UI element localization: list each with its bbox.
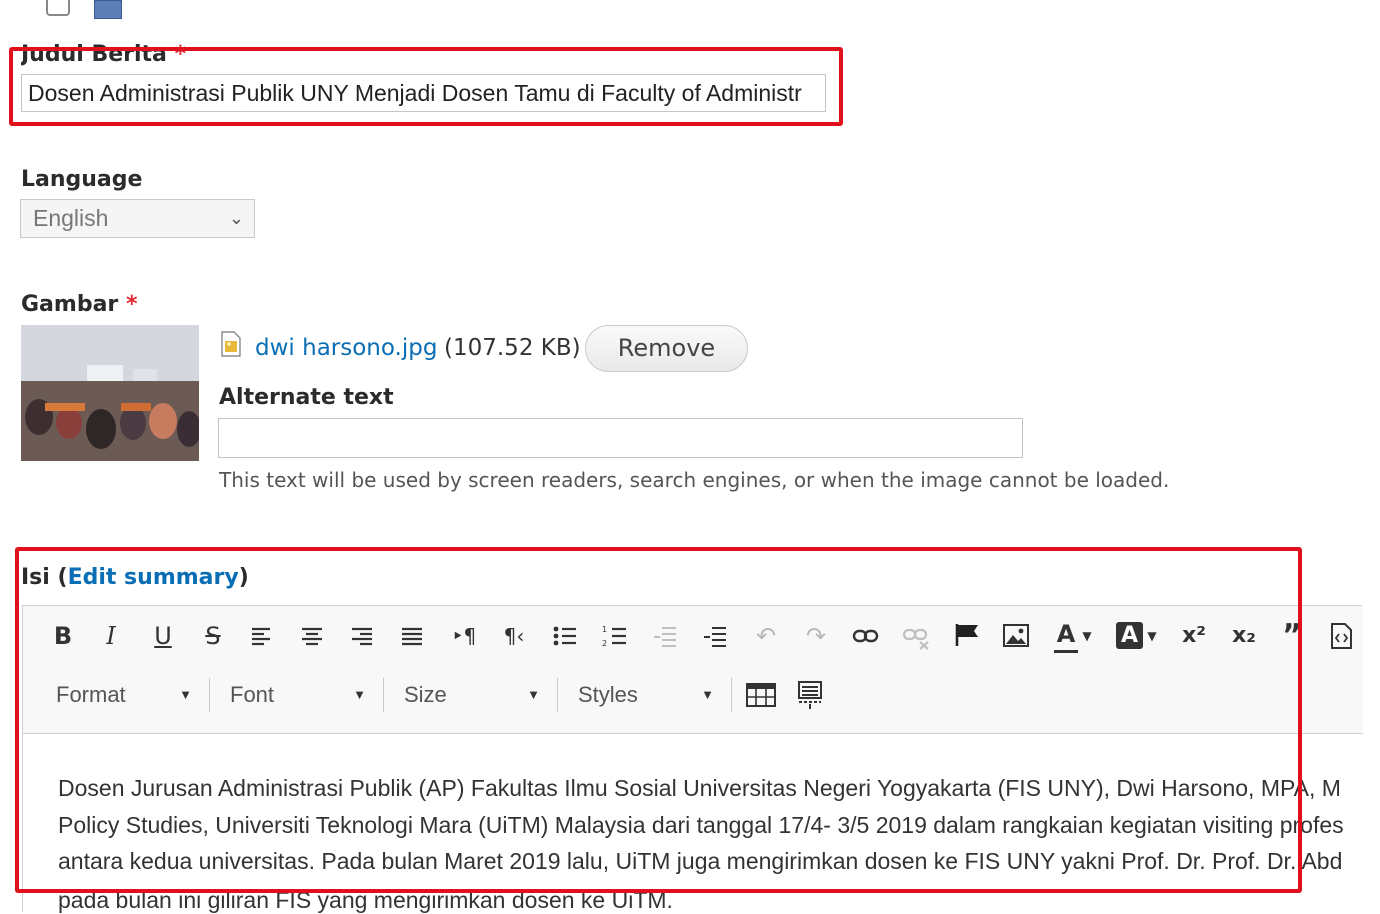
toolbar-separator xyxy=(557,678,558,712)
font-dropdown-label: Font xyxy=(230,682,275,707)
image-label-text: Gambar xyxy=(21,292,119,317)
source-code-icon[interactable] xyxy=(1330,622,1354,650)
superscript-button[interactable]: x² xyxy=(1178,621,1210,651)
bullet-list-icon[interactable] xyxy=(552,624,578,648)
paren-close: ) xyxy=(238,565,249,590)
subscript-button[interactable]: x₂ xyxy=(1228,621,1260,651)
caret-down-icon[interactable]: ▼ xyxy=(1080,621,1094,651)
italic-button[interactable]: I xyxy=(98,621,124,651)
ltr-icon[interactable]: ‣¶ xyxy=(450,621,478,651)
undo-icon[interactable]: ↶ xyxy=(752,621,780,651)
language-select[interactable]: English ⌄ xyxy=(20,199,255,238)
top-toolbar-icon-partial[interactable] xyxy=(46,0,70,16)
table-icon[interactable] xyxy=(746,683,776,707)
alt-text-input[interactable] xyxy=(218,418,1023,458)
alt-text-help: This text will be used by screen readers… xyxy=(219,468,1170,492)
toolbar-separator xyxy=(731,678,732,712)
size-dropdown[interactable]: Size ▼ xyxy=(404,676,544,714)
caret-down-icon: ▼ xyxy=(353,687,366,702)
file-size: (107.52 KB) xyxy=(444,335,581,361)
format-dropdown-label: Format xyxy=(56,682,126,707)
numbered-list-icon[interactable]: 12 xyxy=(602,624,628,648)
toolbar-separator xyxy=(383,678,384,712)
required-mark: * xyxy=(174,42,187,66)
content-line[interactable]: Dosen Jurusan Administrasi Publik (AP) F… xyxy=(58,775,1341,802)
size-dropdown-label: Size xyxy=(404,682,447,707)
title-input[interactable]: Dosen Administrasi Publik UNY Menjadi Do… xyxy=(21,74,826,112)
remove-button[interactable]: Remove xyxy=(585,325,748,372)
blockquote-icon[interactable]: ” xyxy=(1278,621,1306,651)
align-left-icon[interactable] xyxy=(250,624,274,648)
styles-dropdown[interactable]: Styles ▼ xyxy=(578,676,718,714)
page-break-icon[interactable] xyxy=(797,680,825,710)
align-justify-icon[interactable] xyxy=(400,624,424,648)
unlink-icon[interactable] xyxy=(902,626,930,650)
caret-down-icon: ▼ xyxy=(701,687,714,702)
edit-summary-link[interactable]: Edit summary xyxy=(68,565,239,590)
toolbar-separator xyxy=(209,678,210,712)
required-mark: * xyxy=(125,292,138,317)
align-center-icon[interactable] xyxy=(300,624,324,648)
format-dropdown[interactable]: Format ▼ xyxy=(56,676,196,714)
title-label: Judul Berita * xyxy=(21,42,186,66)
chevron-down-icon: ⌄ xyxy=(228,208,244,228)
file-link[interactable]: dwi harsono.jpg xyxy=(255,335,437,361)
redo-icon[interactable]: ↷ xyxy=(802,621,830,651)
body-label: Isi (Edit summary) xyxy=(21,565,249,590)
svg-text:2: 2 xyxy=(602,639,607,648)
caret-down-icon: ▼ xyxy=(527,687,540,702)
title-label-text: Judul Berita xyxy=(21,42,167,66)
rtl-icon[interactable]: ¶‹ xyxy=(500,621,528,651)
alt-text-label: Alternate text xyxy=(219,385,394,410)
strikethrough-button[interactable]: S xyxy=(200,621,226,651)
background-color-button[interactable]: A xyxy=(1116,622,1143,649)
link-icon[interactable] xyxy=(852,626,880,646)
paren-open: ( xyxy=(57,565,68,590)
language-label: Language xyxy=(21,167,143,192)
content-line[interactable]: antara kedua universitas. Pada bulan Mar… xyxy=(58,848,1342,875)
content-line[interactable]: pada bulan ini giliran FIS yang mengirim… xyxy=(58,887,673,914)
caret-down-icon: ▼ xyxy=(179,687,192,702)
indent-icon[interactable] xyxy=(702,624,728,648)
outdent-icon[interactable] xyxy=(652,624,678,648)
text-color-button[interactable]: A xyxy=(1054,619,1078,649)
image-label: Gambar * xyxy=(21,292,137,317)
underline-button[interactable]: U xyxy=(150,621,176,651)
svg-text:1: 1 xyxy=(602,625,607,634)
image-thumbnail[interactable] xyxy=(21,325,199,461)
body-label-text: Isi xyxy=(21,565,50,590)
caret-down-icon[interactable]: ▼ xyxy=(1145,621,1159,651)
align-right-icon[interactable] xyxy=(350,624,374,648)
image-insert-icon[interactable] xyxy=(1003,624,1029,648)
image-file-icon xyxy=(221,331,241,357)
font-dropdown[interactable]: Font ▼ xyxy=(230,676,370,714)
anchor-flag-icon[interactable] xyxy=(954,622,980,648)
content-line[interactable]: Policy Studies, Universiti Teknologi Mar… xyxy=(58,812,1344,839)
bold-button[interactable]: B xyxy=(50,621,76,651)
styles-dropdown-label: Styles xyxy=(578,682,638,707)
image-icon-partial[interactable] xyxy=(94,0,122,19)
language-selected-value: English xyxy=(33,205,109,231)
text-color-swatch xyxy=(1054,650,1078,653)
